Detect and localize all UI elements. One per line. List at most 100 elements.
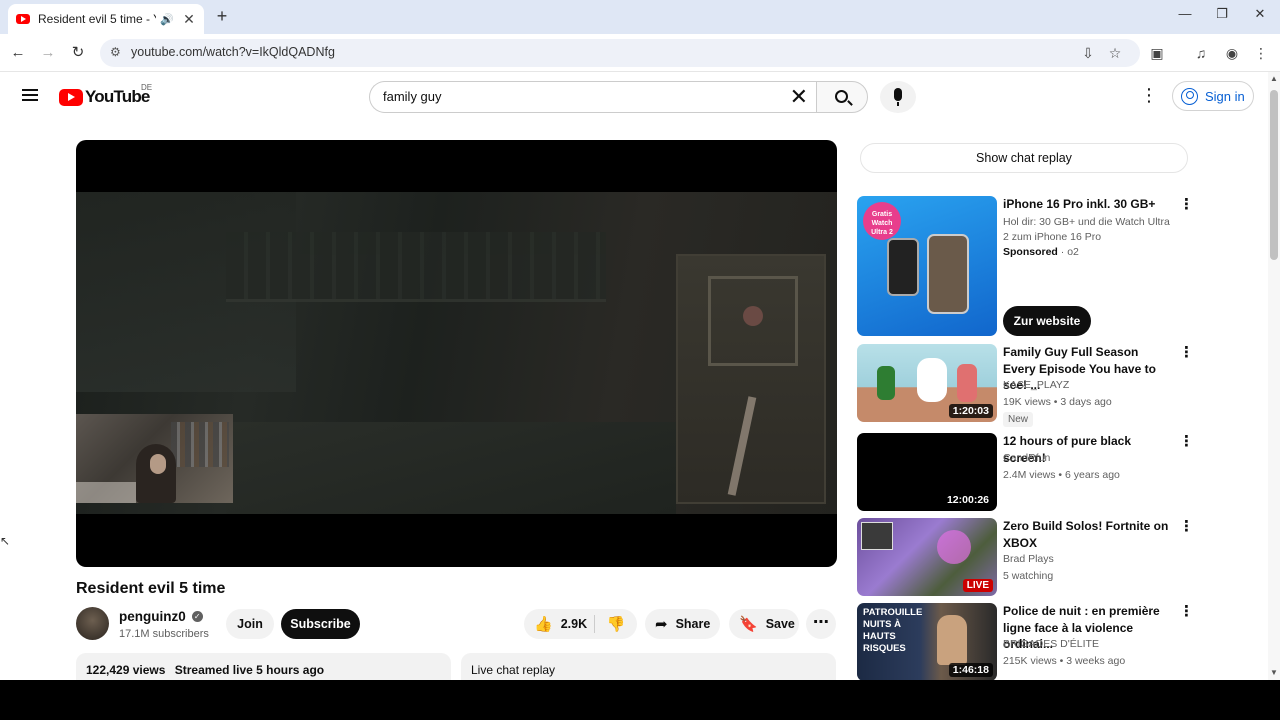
ad-thumbnail[interactable]: Gratis Watch Ultra 2	[857, 196, 997, 336]
forward-button[interactable]: →	[38, 43, 58, 63]
share-label: Share	[675, 617, 711, 631]
channel-name[interactable]: BRIGADES D'ÉLITE	[1003, 638, 1099, 650]
video-title[interactable]: Zero Build Solos! Fortnite on XBOX	[1003, 518, 1173, 551]
channel-name[interactable]: CandRfun	[1003, 452, 1050, 464]
video-thumbnail[interactable]: LIVE	[857, 518, 997, 596]
video-thumbnail[interactable]: 12:00:26	[857, 433, 997, 511]
live-badge: LIVE	[962, 579, 993, 592]
site-info-icon[interactable]: ⚙	[110, 45, 121, 59]
list-item[interactable]: LIVE Zero Build Solos! Fortnite on XBOX …	[857, 518, 1197, 598]
screen-bottom-bar	[0, 680, 1280, 720]
new-tab-button[interactable]: +	[212, 6, 232, 26]
scroll-up-icon[interactable]: ▲	[1268, 74, 1280, 83]
like-button[interactable]: 👍 2.9K	[524, 609, 594, 639]
tab-title: Resident evil 5 time - YouTu	[38, 12, 156, 26]
account-icon	[1181, 87, 1198, 105]
channel-name[interactable]: Brad Plays	[1003, 553, 1054, 565]
ad-menu-icon[interactable]: ⋮	[1179, 197, 1194, 212]
thumb-webcam	[861, 522, 893, 550]
sign-in-button[interactable]: Sign in	[1172, 81, 1254, 111]
video-title: Resident evil 5 time	[76, 580, 226, 597]
ad-cta-button[interactable]: Zur website	[1003, 306, 1091, 336]
thumb-person	[937, 615, 967, 665]
bookmark-star-icon[interactable]: ☆	[1106, 44, 1124, 62]
live-chat-replay-box[interactable]: Live chat replay	[461, 653, 836, 680]
ad-item[interactable]: Gratis Watch Ultra 2 iPhone 16 Pro inkl.…	[857, 196, 1197, 338]
sidebar-panel-icon[interactable]: ▣	[1148, 44, 1166, 62]
phone-image	[927, 234, 969, 314]
webcam-overlay	[76, 414, 233, 503]
like-dislike-group: 👍 2.9K 👎	[524, 609, 637, 639]
youtube-logo[interactable]: YouTube DE	[59, 83, 152, 107]
subscribe-button[interactable]: Subscribe	[281, 609, 360, 639]
media-control-icon[interactable]: ♫	[1192, 44, 1210, 62]
video-menu-icon[interactable]: ⋮	[1179, 519, 1194, 534]
mouse-cursor-icon: ↖	[0, 534, 11, 548]
search-button[interactable]	[816, 81, 868, 113]
thumb-figure	[957, 364, 977, 402]
video-duration: 1:46:18	[948, 663, 993, 677]
description-box[interactable]: 122,429 views Streamed live 5 hours ago	[76, 653, 451, 680]
share-icon: ➦	[655, 616, 668, 633]
clear-search-icon[interactable]: ✕	[790, 85, 808, 109]
channel-name[interactable]: KASE_PLAYZ	[1003, 379, 1069, 391]
list-item[interactable]: 12:00:26 12 hours of pure black screen! …	[857, 433, 1197, 513]
thumbs-up-icon: 👍	[534, 616, 553, 633]
ad-thumb-badge: Gratis Watch Ultra 2	[863, 202, 901, 240]
restore-button[interactable]: ❐	[1211, 6, 1233, 26]
join-button[interactable]: Join	[226, 609, 274, 639]
video-menu-icon[interactable]: ⋮	[1179, 604, 1194, 619]
speaker-icon[interactable]: 🔊	[160, 13, 174, 26]
browser-tab-strip: Resident evil 5 time - YouTu 🔊 ✕ + — ❐ ✕	[0, 0, 1280, 34]
video-thumbnail[interactable]: PATROUILLE NUITS À HAUTS RISQUES 1:46:18	[857, 603, 997, 680]
webcam-desk	[76, 482, 136, 503]
video-thumbnail[interactable]: 1:20:03	[857, 344, 997, 422]
dislike-button[interactable]: 👎	[595, 609, 637, 639]
subscriber-count: 17.1M subscribers	[119, 628, 209, 640]
list-item[interactable]: PATROUILLE NUITS À HAUTS RISQUES 1:46:18…	[857, 603, 1197, 680]
search-icon	[835, 90, 848, 103]
profile-icon[interactable]: ◉	[1223, 44, 1241, 62]
channel-name[interactable]: penguinz0 ✓	[119, 609, 203, 624]
settings-menu-icon[interactable]: ⋮	[1140, 85, 1158, 105]
youtube-page: YouTube DE family guy ✕ ⋮ Sign in Reside…	[0, 72, 1268, 680]
video-player[interactable]	[76, 140, 837, 567]
video-menu-icon[interactable]: ⋮	[1179, 345, 1194, 360]
thumbs-down-icon: 👎	[606, 616, 626, 633]
menu-icon[interactable]	[22, 89, 38, 101]
close-window-button[interactable]: ✕	[1249, 6, 1271, 26]
voice-search-button[interactable]	[880, 81, 916, 113]
scroll-down-icon[interactable]: ▼	[1268, 668, 1280, 677]
youtube-favicon-icon	[16, 14, 30, 24]
browser-tab[interactable]: Resident evil 5 time - YouTu 🔊 ✕	[8, 4, 204, 34]
scene-railing	[226, 232, 606, 302]
search-input[interactable]: family guy ✕	[369, 81, 816, 113]
page-scrollbar[interactable]: ▲ ▼	[1268, 72, 1280, 680]
scene-floor	[226, 422, 676, 514]
webcam-shelf	[171, 422, 229, 467]
search-bar: family guy ✕	[369, 81, 916, 113]
list-item[interactable]: 1:20:03 Family Guy Full Season Every Epi…	[857, 344, 1197, 427]
back-button[interactable]: ←	[8, 43, 28, 63]
thumb-effect	[937, 530, 971, 564]
install-app-icon[interactable]: ⇩	[1079, 44, 1097, 62]
show-chat-replay-button[interactable]: Show chat replay	[860, 143, 1188, 173]
browser-menu-icon[interactable]: ⋮	[1252, 44, 1270, 62]
new-badge: New	[1003, 412, 1034, 427]
live-chat-replay-label: Live chat replay	[471, 663, 556, 677]
scrollbar-thumb[interactable]	[1270, 90, 1278, 260]
video-menu-icon[interactable]: ⋮	[1179, 434, 1194, 449]
channel-avatar[interactable]	[76, 607, 109, 640]
minimize-button[interactable]: —	[1174, 6, 1196, 26]
ad-title[interactable]: iPhone 16 Pro inkl. 30 GB+	[1003, 196, 1173, 213]
address-bar[interactable]: ⚙ youtube.com/watch?v=IkQldQADNfg	[100, 39, 1140, 67]
thumb-text: PATROUILLE NUITS À HAUTS RISQUES	[863, 607, 923, 654]
save-button[interactable]: 🔖 Save	[729, 609, 799, 639]
tab-close-icon[interactable]: ✕	[182, 11, 196, 28]
more-actions-button[interactable]: ⋯	[806, 609, 836, 639]
reload-button[interactable]: ↻	[68, 43, 88, 63]
share-button[interactable]: ➦ Share	[645, 609, 720, 639]
video-duration: 12:00:26	[942, 493, 993, 507]
watch-image	[887, 238, 919, 296]
logo-text: YouTube	[85, 87, 150, 106]
